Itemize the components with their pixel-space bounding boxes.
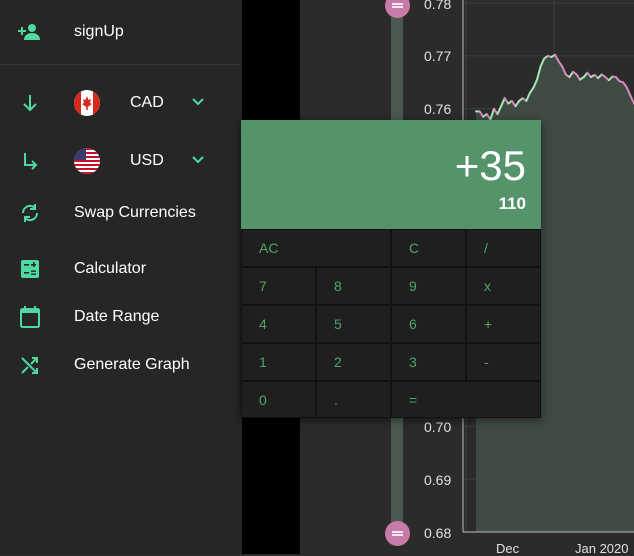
shuffle-icon	[18, 353, 42, 377]
sidebar: signUp CAD USD Swap Currencies Calculato…	[0, 0, 242, 554]
person-add-icon	[18, 20, 42, 44]
y-tick-label: 0.77	[424, 48, 452, 64]
key-minus[interactable]: -	[466, 343, 541, 381]
y-tick-label: 0.70	[424, 419, 452, 435]
y-tick-label: 0.76	[424, 101, 452, 117]
key-8[interactable]: 8	[316, 267, 391, 305]
generate-graph-button[interactable]: Generate Graph	[0, 351, 242, 379]
calculator-display: +35 110	[241, 120, 541, 229]
key-3[interactable]: 3	[391, 343, 466, 381]
key-7[interactable]: 7	[241, 267, 316, 305]
key-9[interactable]: 9	[391, 267, 466, 305]
key-divide[interactable]: /	[466, 229, 541, 267]
to-currency-label: USD	[130, 152, 164, 169]
swap-currencies-button[interactable]: Swap Currencies	[0, 199, 242, 227]
us-flag-icon	[74, 148, 100, 174]
key-0[interactable]: 0	[241, 381, 316, 418]
key-plus[interactable]: +	[466, 305, 541, 343]
key-all-clear[interactable]: AC	[241, 229, 391, 267]
date-range-button[interactable]: Date Range	[0, 303, 242, 331]
calculator-button[interactable]: Calculator	[0, 255, 242, 283]
chevron-down-icon	[192, 156, 204, 164]
calculator-icon	[18, 257, 42, 281]
y-tick-label: 0.78	[424, 0, 452, 12]
key-2[interactable]: 2	[316, 343, 391, 381]
from-currency-select[interactable]: CAD	[0, 89, 242, 117]
calendar-icon	[18, 305, 42, 329]
canada-flag-icon	[74, 90, 100, 116]
subdirectory-arrow-icon	[18, 149, 42, 173]
signup-label: signUp	[74, 23, 124, 40]
generate-graph-label: Generate Graph	[74, 356, 190, 373]
calculator-label: Calculator	[74, 260, 147, 277]
date-range-label: Date Range	[74, 308, 160, 325]
chevron-down-icon	[192, 98, 204, 106]
key-decimal[interactable]: .	[316, 381, 391, 418]
calculator-expression: +35	[454, 142, 526, 189]
key-4[interactable]: 4	[241, 305, 316, 343]
range-slider-bottom-handle[interactable]	[385, 521, 410, 546]
key-multiply[interactable]: x	[466, 267, 541, 305]
sidebar-divider	[0, 64, 242, 65]
to-currency-select[interactable]: USD	[0, 147, 242, 175]
signup-item[interactable]: signUp	[0, 18, 242, 46]
key-1[interactable]: 1	[241, 343, 316, 381]
key-equals[interactable]: =	[391, 381, 541, 418]
swap-currencies-label: Swap Currencies	[74, 204, 196, 221]
calculator-result: 110	[498, 194, 526, 213]
key-clear[interactable]: C	[391, 229, 466, 267]
swap-icon	[18, 201, 42, 225]
calculator-panel: +35 110 AC C / 7 8 9 x 4 5 6 + 1 2 3 - 0…	[241, 120, 541, 418]
y-tick-label: 0.68	[424, 525, 452, 541]
key-5[interactable]: 5	[316, 305, 391, 343]
from-currency-label: CAD	[130, 94, 164, 111]
y-tick-label: 0.69	[424, 472, 452, 488]
arrow-down-icon	[18, 91, 42, 115]
key-6[interactable]: 6	[391, 305, 466, 343]
